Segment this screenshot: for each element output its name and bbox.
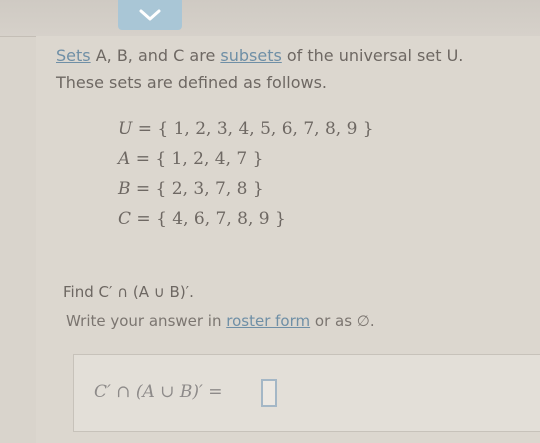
answer-box: C′ ∩ (A ∪ B)′ = xyxy=(73,354,540,432)
top-bar xyxy=(0,0,540,37)
answer-label: C′ ∩ (A ∪ B)′ = xyxy=(94,382,223,402)
set-row-b: B = { 2, 3, 7, 8 } xyxy=(118,174,374,204)
set-elements: = { 1, 2, 4, 7 } xyxy=(135,149,264,169)
roster-instruction: Write your answer in roster form or as ∅… xyxy=(66,312,375,330)
problem-intro: Sets A, B, and C are subsets of the univ… xyxy=(56,42,536,96)
question-panel: Sets A, B, and C are subsets of the univ… xyxy=(36,36,540,443)
sets-link[interactable]: Sets xyxy=(56,46,91,65)
intro-line-2: These sets are defined as follows. xyxy=(56,73,327,92)
set-definitions: U = { 1, 2, 3, 4, 5, 6, 7, 8, 9 } A = { … xyxy=(118,114,374,234)
find-instruction: Find C′ ∩ (A ∪ B)′. xyxy=(63,283,194,301)
set-name: A xyxy=(118,149,131,169)
set-elements: = { 4, 6, 7, 8, 9 } xyxy=(136,209,286,229)
roster-form-link[interactable]: roster form xyxy=(226,312,310,330)
subsets-link[interactable]: subsets xyxy=(220,46,281,65)
set-name: U xyxy=(118,119,133,139)
set-row-c: C = { 4, 6, 7, 8, 9 } xyxy=(118,204,374,234)
set-row-a: A = { 1, 2, 4, 7 } xyxy=(118,144,374,174)
roster-suffix: or as ∅. xyxy=(310,312,375,330)
set-elements: = { 2, 3, 7, 8 } xyxy=(135,179,264,199)
set-name: C xyxy=(118,209,132,229)
set-row-u: U = { 1, 2, 3, 4, 5, 6, 7, 8, 9 } xyxy=(118,114,374,144)
intro-text-2: of the universal set U. xyxy=(281,46,464,65)
roster-prefix: Write your answer in xyxy=(66,312,227,330)
collapse-button[interactable] xyxy=(118,0,182,30)
answer-input[interactable] xyxy=(261,379,277,407)
set-elements: = { 1, 2, 3, 4, 5, 6, 7, 8, 9 } xyxy=(137,119,374,139)
intro-text-1: A, B, and C are xyxy=(90,46,221,65)
set-name: B xyxy=(118,179,131,199)
chevron-down-icon xyxy=(139,9,161,21)
